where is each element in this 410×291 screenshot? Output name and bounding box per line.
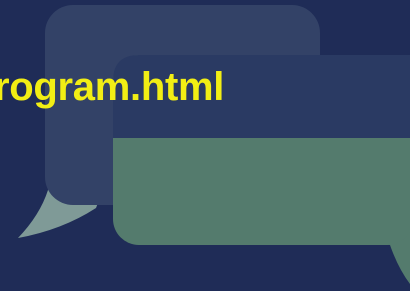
file-name-label: rogram.html: [0, 65, 225, 109]
chat-bubbles-icon: [18, 5, 410, 284]
canvas: rogram.html: [0, 0, 410, 291]
